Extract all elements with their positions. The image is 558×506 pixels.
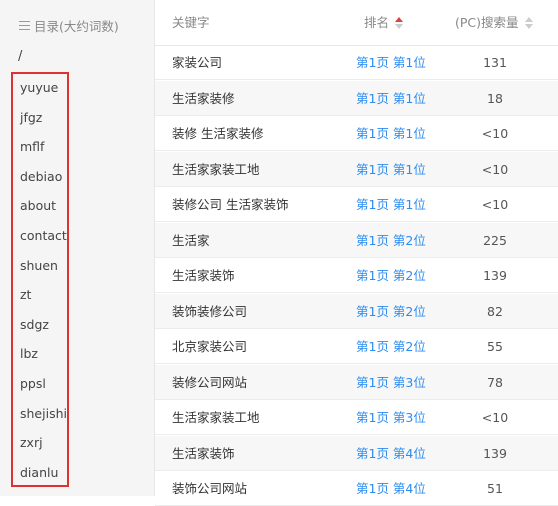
directory-item[interactable]: dianlu (20, 463, 58, 483)
list-icon (19, 20, 30, 30)
keyword-cell[interactable]: 生活家家装工地 (172, 400, 260, 435)
keyword-table: 关键字 排名 (PC)搜索量 家装公司 第1页 第1位 131 生活家装修 第1页 第1… (155, 0, 558, 506)
keyword-cell[interactable]: 装修公司网站 (172, 365, 247, 400)
search-volume-cell: 225 (483, 232, 507, 248)
table-row: 生活家家装工地 第1页 第3位 <10 (155, 400, 558, 435)
rank-link[interactable]: 第1页 第4位 (356, 471, 426, 506)
rank-link[interactable]: 第1页 第2位 (356, 223, 426, 258)
keyword-cell[interactable]: 生活家装修 (172, 81, 235, 116)
column-header-keyword: 关键字 (172, 15, 210, 30)
search-volume-cell: 82 (487, 303, 503, 319)
search-volume-cell: 131 (483, 55, 507, 70)
directory-item[interactable]: jfgz (20, 108, 42, 128)
search-volume-cell: 55 (487, 339, 503, 354)
directory-root[interactable]: / (18, 49, 22, 64)
directory-item[interactable]: lbz (20, 344, 38, 364)
directory-item[interactable]: shejishi (20, 404, 67, 424)
rank-link[interactable]: 第1页 第1位 (356, 187, 426, 222)
keyword-cell[interactable]: 家装公司 (172, 45, 222, 80)
search-volume-cell: <10 (481, 410, 509, 425)
directory-item[interactable]: ppsl (20, 374, 46, 394)
table-row: 生活家家装工地 第1页 第1位 <10 (155, 151, 558, 187)
sort-icon[interactable] (524, 16, 533, 29)
keyword-cell[interactable]: 装修公司 生活家装饰 (172, 187, 288, 222)
directory-sidebar: 目录(大约词数) / yuyue jfgz mflf debiao about conta… (0, 0, 155, 496)
search-volume-cell: 139 (483, 445, 507, 461)
directory-item[interactable]: debiao (20, 167, 62, 187)
rank-link[interactable]: 第1页 第4位 (356, 436, 426, 471)
directory-item[interactable]: zt (20, 285, 31, 305)
search-volume-cell: 139 (483, 268, 507, 283)
column-header-rank[interactable]: 排名 (364, 0, 404, 45)
keyword-cell[interactable]: 装饰公司网站 (172, 471, 247, 506)
search-volume-cell: 18 (487, 90, 503, 106)
rank-link[interactable]: 第1页 第2位 (356, 258, 426, 293)
directory-item[interactable]: sdgz (20, 315, 49, 335)
keyword-cell[interactable]: 北京家装公司 (172, 329, 247, 364)
column-header-search-volume[interactable]: (PC)搜索量 (455, 0, 533, 45)
search-volume-cell: 78 (487, 374, 503, 390)
highlight-box (11, 72, 69, 487)
table-row: 生活家装修 第1页 第1位 18 (155, 80, 558, 116)
column-header-search-label: (PC)搜索量 (455, 15, 519, 30)
keyword-cell[interactable]: 生活家装饰 (172, 258, 235, 293)
table-row: 装修 生活家装修 第1页 第1位 <10 (155, 116, 558, 151)
table-row: 生活家 第1页 第2位 225 (155, 222, 558, 258)
directory-item[interactable]: mflf (20, 137, 44, 157)
rank-link[interactable]: 第1页 第1位 (356, 116, 426, 151)
column-header-rank-label: 排名 (364, 15, 390, 30)
search-volume-cell: 51 (487, 481, 503, 496)
rank-link[interactable]: 第1页 第3位 (356, 400, 426, 435)
keyword-cell[interactable]: 装修 生活家装修 (172, 116, 263, 151)
keyword-cell[interactable]: 生活家家装工地 (172, 152, 260, 187)
keyword-cell[interactable]: 生活家 (172, 223, 210, 258)
table-row: 生活家装饰 第1页 第2位 139 (155, 258, 558, 293)
keyword-cell[interactable]: 装饰装修公司 (172, 294, 247, 329)
directory-header: 目录(大约词数) (19, 14, 119, 36)
table-row: 家装公司 第1页 第1位 131 (155, 45, 558, 80)
rank-link[interactable]: 第1页 第2位 (356, 329, 426, 364)
table-header: 关键字 排名 (PC)搜索量 (155, 0, 558, 46)
table-row: 装饰公司网站 第1页 第4位 51 (155, 471, 558, 506)
table-row: 北京家装公司 第1页 第2位 55 (155, 329, 558, 364)
directory-item[interactable]: contact (20, 226, 67, 246)
table-row: 生活家装饰 第1页 第4位 139 (155, 435, 558, 471)
rank-link[interactable]: 第1页 第3位 (356, 365, 426, 400)
directory-item[interactable]: about (20, 196, 56, 216)
rank-link[interactable]: 第1页 第1位 (356, 81, 426, 116)
rank-link[interactable]: 第1页 第1位 (356, 45, 426, 80)
directory-item[interactable]: yuyue (20, 78, 58, 98)
search-volume-cell: <10 (481, 161, 509, 177)
table-row: 装饰装修公司 第1页 第2位 82 (155, 293, 558, 329)
table-row: 装修公司 生活家装饰 第1页 第1位 <10 (155, 187, 558, 222)
search-volume-cell: <10 (481, 126, 509, 141)
directory-item[interactable]: shuen (20, 256, 58, 276)
rank-link[interactable]: 第1页 第2位 (356, 294, 426, 329)
directory-item[interactable]: zxrj (20, 433, 43, 453)
sort-asc-active-icon[interactable] (395, 16, 404, 29)
keyword-cell[interactable]: 生活家装饰 (172, 436, 235, 471)
table-row: 装修公司网站 第1页 第3位 78 (155, 364, 558, 400)
rank-link[interactable]: 第1页 第1位 (356, 152, 426, 187)
search-volume-cell: <10 (481, 197, 509, 212)
directory-header-label: 目录(大约词数) (34, 18, 119, 34)
